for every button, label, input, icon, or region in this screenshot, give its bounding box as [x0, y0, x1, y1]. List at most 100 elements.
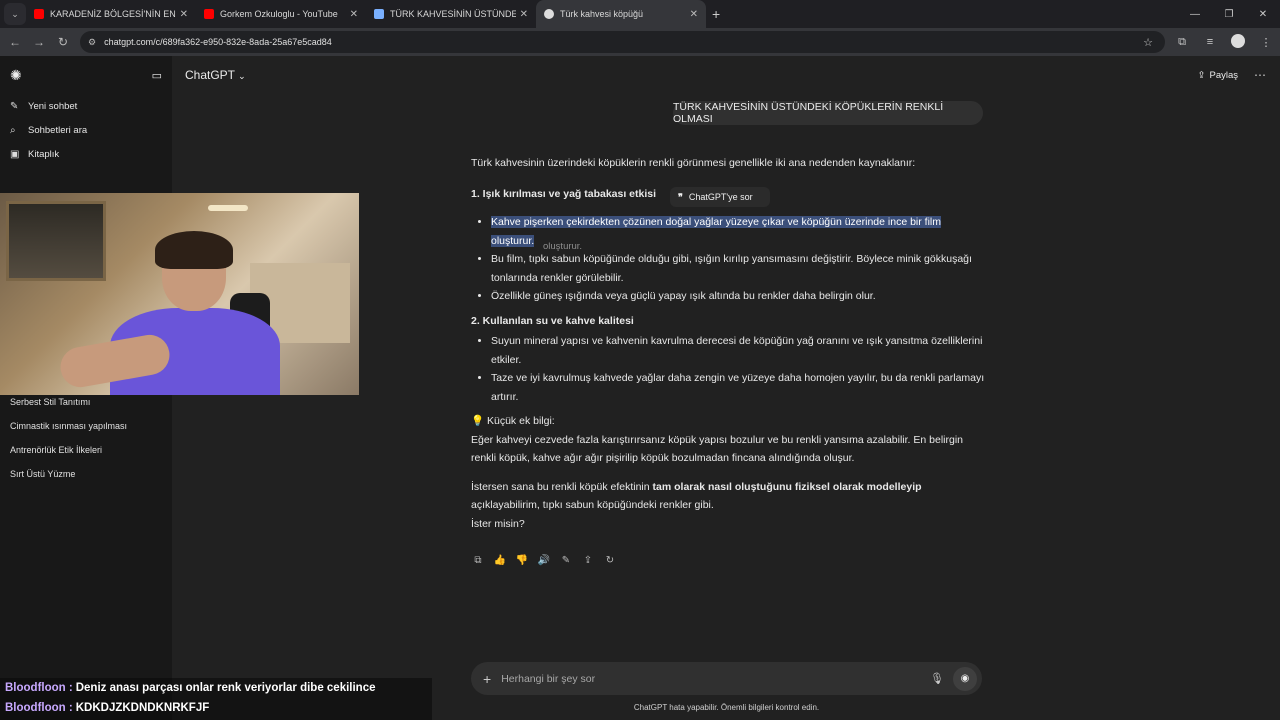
tip-text: Eğer kahveyi cezvede fazla karıştırırsan…: [471, 433, 963, 465]
list-item: Suyun mineral yapısı ve kahvenin kavrulm…: [491, 332, 986, 369]
reload-icon[interactable]: ↻: [51, 35, 75, 49]
sidebar-toggle-icon[interactable]: ▭: [152, 69, 162, 82]
closing-bold: tam olarak nasıl oluştuğunu fiziksel ola…: [652, 480, 922, 493]
quote-icon: ❞: [678, 191, 683, 202]
share-label: Paylaş: [1209, 69, 1238, 81]
thumbs-down-icon[interactable]: 👎: [514, 552, 530, 568]
youtube-icon: [34, 9, 44, 19]
browser-tab-4[interactable]: Türk kahvesi köpüğü ✕: [536, 0, 706, 28]
chat-history-item[interactable]: Sırt Üstü Yüzme: [0, 462, 172, 486]
tooltip-label: ChatGPT'ye sor: [688, 192, 753, 202]
browser-tab-3[interactable]: TÜRK KAHVESİNİN ÜSTÜNDEKİ ✕: [366, 0, 536, 28]
share-button[interactable]: ⇪ Paylaş: [1198, 70, 1238, 81]
edit-icon[interactable]: ✎: [558, 552, 574, 568]
list-item: Özellikle güneş ışığında veya güçlü yapa…: [491, 287, 986, 306]
media-icon[interactable]: ≡: [1196, 36, 1224, 48]
stream-chat-line: Bloodfloon : KDKDJZKDNDKNRKFJF: [0, 698, 432, 718]
drag-ghost-text: oluşturur.: [543, 241, 583, 252]
section-2-title: 2. Kullanılan su ve kahve kalitesi: [471, 314, 634, 327]
lightbulb-icon: 💡: [471, 415, 485, 427]
message-actions: ⧉ 👍 👎 🔊 ✎ ⇪ ↻: [470, 552, 618, 568]
minimize-icon[interactable]: —: [1178, 9, 1212, 20]
edit-icon: ✎: [10, 100, 19, 112]
webcam-window: [6, 201, 106, 281]
url-field[interactable]: ⚙ chatgpt.com/c/689fa362-e950-832e-8ada-…: [80, 31, 1165, 53]
share-icon: ⇪: [1197, 69, 1206, 81]
close-icon[interactable]: ✕: [350, 9, 358, 20]
message-composer[interactable]: + Herhangi bir şey sor 🎙 ◉: [471, 662, 982, 695]
chat-history-item[interactable]: Antrenörlük Etik İlkeleri: [0, 438, 172, 462]
ask-chatgpt-tooltip[interactable]: ❞ ChatGPT'ye sor: [670, 187, 770, 207]
url-text: chatgpt.com/c/689fa362-e950-832e-8ada-25…: [104, 37, 332, 47]
disclaimer-text: ChatGPT hata yapabilir. Önemli bilgileri…: [633, 703, 820, 712]
microphone-icon[interactable]: 🎙: [930, 672, 944, 685]
extensions-icon[interactable]: ⧉: [1168, 36, 1196, 49]
tip-title-text: Küçük ek bilgi:: [487, 415, 555, 427]
browser-tab-bar: ⌄ KARADENİZ BÖLGESİ'NİN EN D ✕ Gorkem Oz…: [0, 0, 1280, 28]
close-window-icon[interactable]: ✕: [1246, 9, 1280, 20]
plus-icon[interactable]: +: [483, 671, 491, 687]
browser-tab-1[interactable]: KARADENİZ BÖLGESİ'NİN EN D ✕: [26, 0, 196, 28]
sidebar-item-library[interactable]: ▣ Kitaplık: [0, 142, 172, 166]
composer-placeholder[interactable]: Herhangi bir şey sor: [501, 673, 595, 685]
bookmark-star-icon[interactable]: ☆: [1143, 36, 1153, 49]
tab-title: KARADENİZ BÖLGESİ'NİN EN D: [50, 9, 176, 19]
speaker-icon[interactable]: 🔊: [536, 552, 552, 568]
chat-username: Bloodfloon :: [5, 682, 73, 694]
menu-icon[interactable]: ⋮: [1252, 36, 1280, 49]
profile-avatar[interactable]: [1224, 33, 1252, 51]
closing-paragraph: İstersen sana bu renkli köpük efektinin …: [471, 478, 986, 515]
youtube-icon: [204, 9, 214, 19]
chat-header: ChatGPT ⌄ ⇪ Paylaş ⋯: [172, 56, 1280, 94]
chevron-down-icon: ⌄: [238, 71, 246, 81]
webcam-overlay: [0, 193, 359, 395]
browser-tab-2[interactable]: Gorkem Ozkuloglu - YouTube ✕: [196, 0, 366, 28]
chat-history-item[interactable]: Cimnastik ısınması yapılması: [0, 414, 172, 438]
copy-icon[interactable]: ⧉: [470, 552, 486, 568]
model-name: ChatGPT: [185, 68, 235, 82]
back-icon[interactable]: ←: [3, 35, 27, 49]
tab-title: TÜRK KAHVESİNİN ÜSTÜNDEKİ: [390, 9, 516, 19]
section-1-list: Kahve pişerken çekirdekten çözünen doğal…: [471, 213, 986, 306]
sidebar-item-label: Yeni sohbet: [28, 100, 78, 112]
chat-username: Bloodfloon :: [5, 702, 73, 714]
close-icon[interactable]: ✕: [690, 9, 698, 20]
closing-pre: İstersen sana bu renkli köpük efektinin: [471, 480, 653, 493]
forward-icon[interactable]: →: [27, 35, 51, 49]
site-info-icon[interactable]: ⚙: [88, 37, 96, 48]
address-bar: ← → ↻ ⚙ chatgpt.com/c/689fa362-e950-832e…: [0, 28, 1280, 56]
tip-title: 💡 Küçük ek bilgi:: [471, 412, 986, 431]
sidebar-item-label: Sohbetleri ara: [28, 124, 88, 136]
webcam-ceiling-light: [208, 205, 248, 211]
sidebar-item-new-chat[interactable]: ✎ Yeni sohbet: [0, 94, 172, 118]
new-tab-button[interactable]: +: [712, 6, 720, 22]
pen-icon: [374, 9, 384, 19]
thumbs-up-icon[interactable]: 👍: [492, 552, 508, 568]
more-options-icon[interactable]: ⋯: [1254, 68, 1266, 82]
model-selector[interactable]: ChatGPT ⌄: [185, 68, 246, 82]
closing-post: açıklayabilirim, tıpkı sabun köpüğündeki…: [471, 499, 714, 511]
chat-message: Deniz anası parçası onlar renk veriyorla…: [75, 682, 376, 694]
chatgpt-icon: [544, 9, 554, 19]
closing-question: İster misin?: [471, 517, 525, 530]
chat-message: KDKDJZKDNDKNRKFJF: [75, 702, 210, 714]
sidebar-item-label: Kitaplık: [28, 148, 60, 160]
list-item: Bu film, tıpkı sabun köpüğünde olduğu gi…: [491, 250, 986, 287]
assistant-message: Türk kahvesinin üzerindeki köpüklerin re…: [471, 154, 986, 533]
regenerate-icon[interactable]: ↻: [602, 552, 618, 568]
share-icon[interactable]: ⇪: [580, 552, 596, 568]
webcam-person-hair: [155, 231, 233, 269]
user-message-bubble: TÜRK KAHVESİNİN ÜSTÜNDEKİ KÖPÜKLERİN REN…: [673, 101, 983, 125]
restore-icon[interactable]: ❐: [1212, 9, 1246, 20]
sidebar-item-search[interactable]: ⌕ Sohbetleri ara: [0, 118, 172, 142]
library-icon: ▣: [10, 148, 20, 160]
close-icon[interactable]: ✕: [520, 9, 528, 20]
tab-title: Türk kahvesi köpüğü: [560, 9, 644, 19]
section-2-list: Suyun mineral yapısı ve kahvenin kavrulm…: [471, 332, 986, 406]
chatgpt-logo-icon[interactable]: ✺: [10, 67, 22, 84]
window-controls: — ❐ ✕: [1178, 0, 1280, 28]
voice-mode-icon[interactable]: ◉: [953, 666, 977, 691]
close-icon[interactable]: ✕: [180, 9, 188, 20]
list-item: Taze ve iyi kavrulmuş kahvede yağlar dah…: [491, 369, 986, 406]
tab-search-icon[interactable]: ⌄: [4, 3, 26, 25]
